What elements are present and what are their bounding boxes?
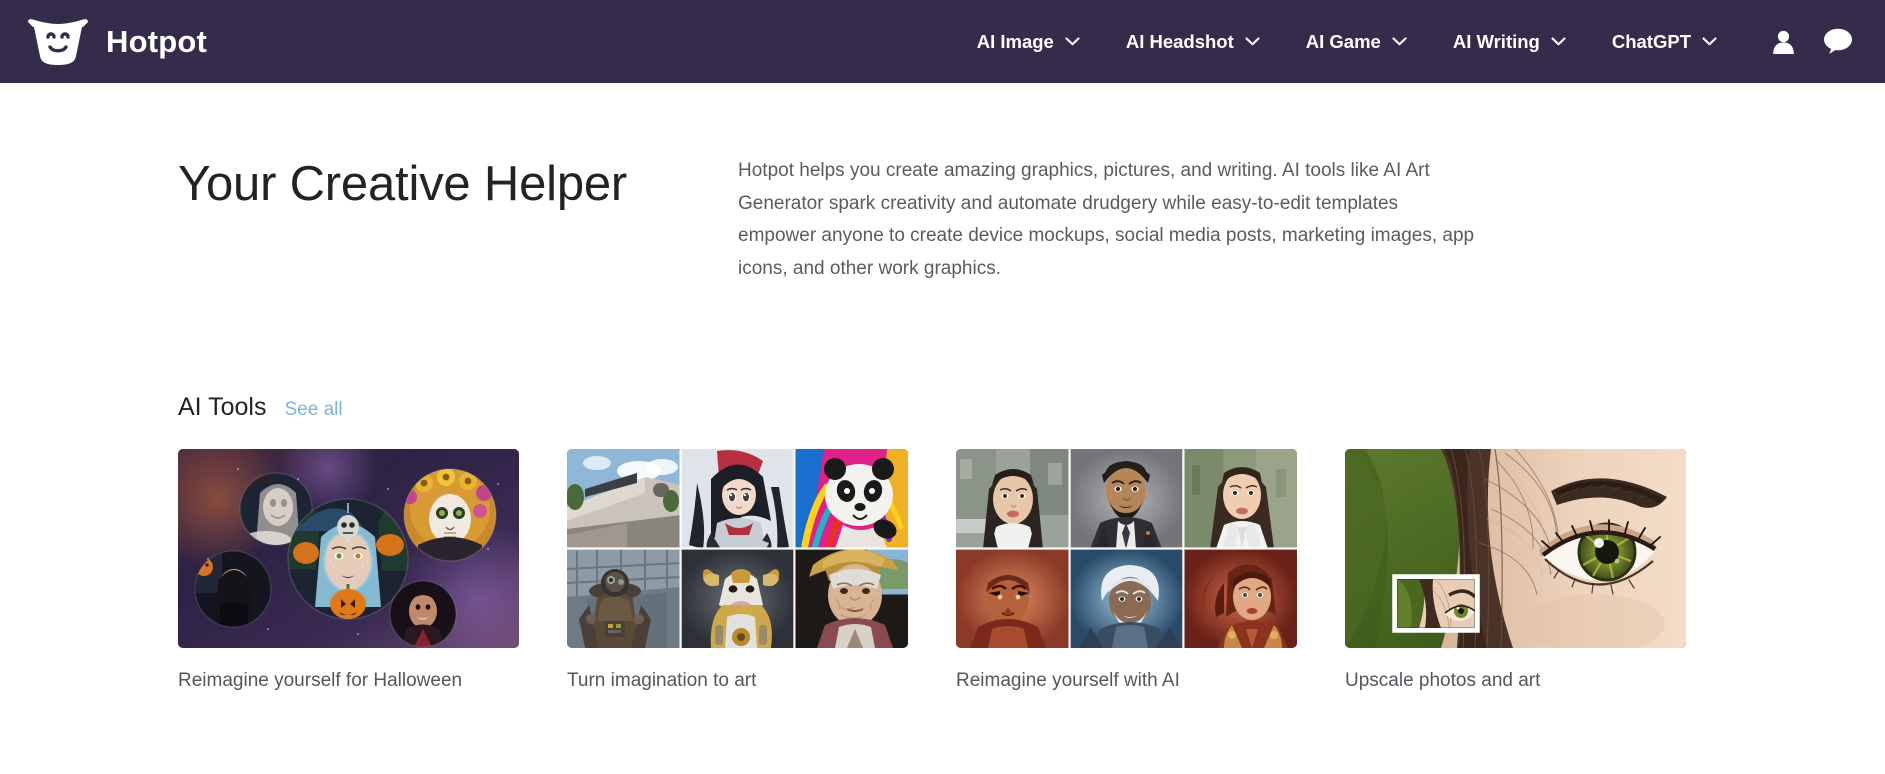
tool-card-upscale[interactable]: Upscale photos and art bbox=[1345, 448, 1686, 692]
header-icon-group bbox=[1772, 28, 1853, 55]
nav-item-chatgpt[interactable]: ChatGPT bbox=[1589, 21, 1740, 63]
nav-label: AI Headshot bbox=[1125, 30, 1234, 52]
user-account-icon[interactable] bbox=[1772, 29, 1795, 55]
tool-card-caption: Reimagine yourself for Halloween bbox=[178, 669, 463, 691]
chevron-down-icon bbox=[1245, 37, 1260, 46]
section-title: AI Tools bbox=[178, 392, 267, 421]
chevron-down-icon bbox=[1702, 37, 1717, 46]
hotpot-smiley-pot-logo-icon bbox=[26, 18, 90, 66]
brand-name: Hotpot bbox=[106, 23, 208, 59]
nav-item-ai-image[interactable]: AI Image bbox=[954, 21, 1103, 63]
brand-logo-link[interactable]: Hotpot bbox=[26, 18, 207, 66]
chevron-down-icon bbox=[1551, 37, 1566, 46]
chat-bubble-icon[interactable] bbox=[1823, 28, 1853, 55]
tool-thumbnail-ai-art-grid[interactable] bbox=[567, 448, 908, 648]
tool-thumbnail-eye-closeup-upscale[interactable] bbox=[1345, 448, 1686, 648]
tool-card-halloween[interactable]: Reimagine yourself for Halloween bbox=[178, 448, 519, 692]
nav-label: AI Writing bbox=[1452, 30, 1540, 52]
nav-item-ai-writing[interactable]: AI Writing bbox=[1430, 21, 1589, 63]
nav-item-ai-game[interactable]: AI Game bbox=[1283, 21, 1430, 63]
ai-tools-section-header: AI Tools See all bbox=[178, 393, 1885, 422]
page-title: Your Creative Helper bbox=[178, 157, 628, 211]
chevron-down-icon bbox=[1392, 37, 1407, 46]
tool-card-caption: Turn imagination to art bbox=[567, 669, 757, 691]
site-header: Hotpot AI Image AI Headshot AI Game AI W… bbox=[0, 0, 1885, 83]
hero-description: Hotpot helps you create amazing graphics… bbox=[738, 160, 1475, 280]
ai-tools-card-list: Reimagine yourself for Halloween Turn im… bbox=[178, 448, 1885, 692]
tool-thumbnail-headshot-grid[interactable] bbox=[956, 448, 1297, 648]
tool-card-headshot[interactable]: Reimagine yourself with AI bbox=[956, 448, 1297, 692]
nav-item-ai-headshot[interactable]: AI Headshot bbox=[1103, 21, 1283, 63]
main-navigation: AI Image AI Headshot AI Game AI Writing bbox=[954, 21, 1859, 63]
chevron-down-icon bbox=[1065, 37, 1080, 46]
see-all-link[interactable]: See all bbox=[284, 399, 342, 421]
tool-thumbnail-halloween-portrait-collage[interactable] bbox=[178, 448, 519, 648]
tool-card-caption: Upscale photos and art bbox=[1345, 669, 1541, 691]
nav-label: ChatGPT bbox=[1611, 30, 1691, 52]
tool-card-caption: Reimagine yourself with AI bbox=[956, 669, 1180, 691]
tool-card-ai-art[interactable]: Turn imagination to art bbox=[567, 448, 908, 692]
nav-label: AI Game bbox=[1305, 30, 1381, 52]
hero-section: Your Creative Helper Hotpot helps you cr… bbox=[0, 83, 1885, 286]
nav-label: AI Image bbox=[976, 30, 1054, 52]
